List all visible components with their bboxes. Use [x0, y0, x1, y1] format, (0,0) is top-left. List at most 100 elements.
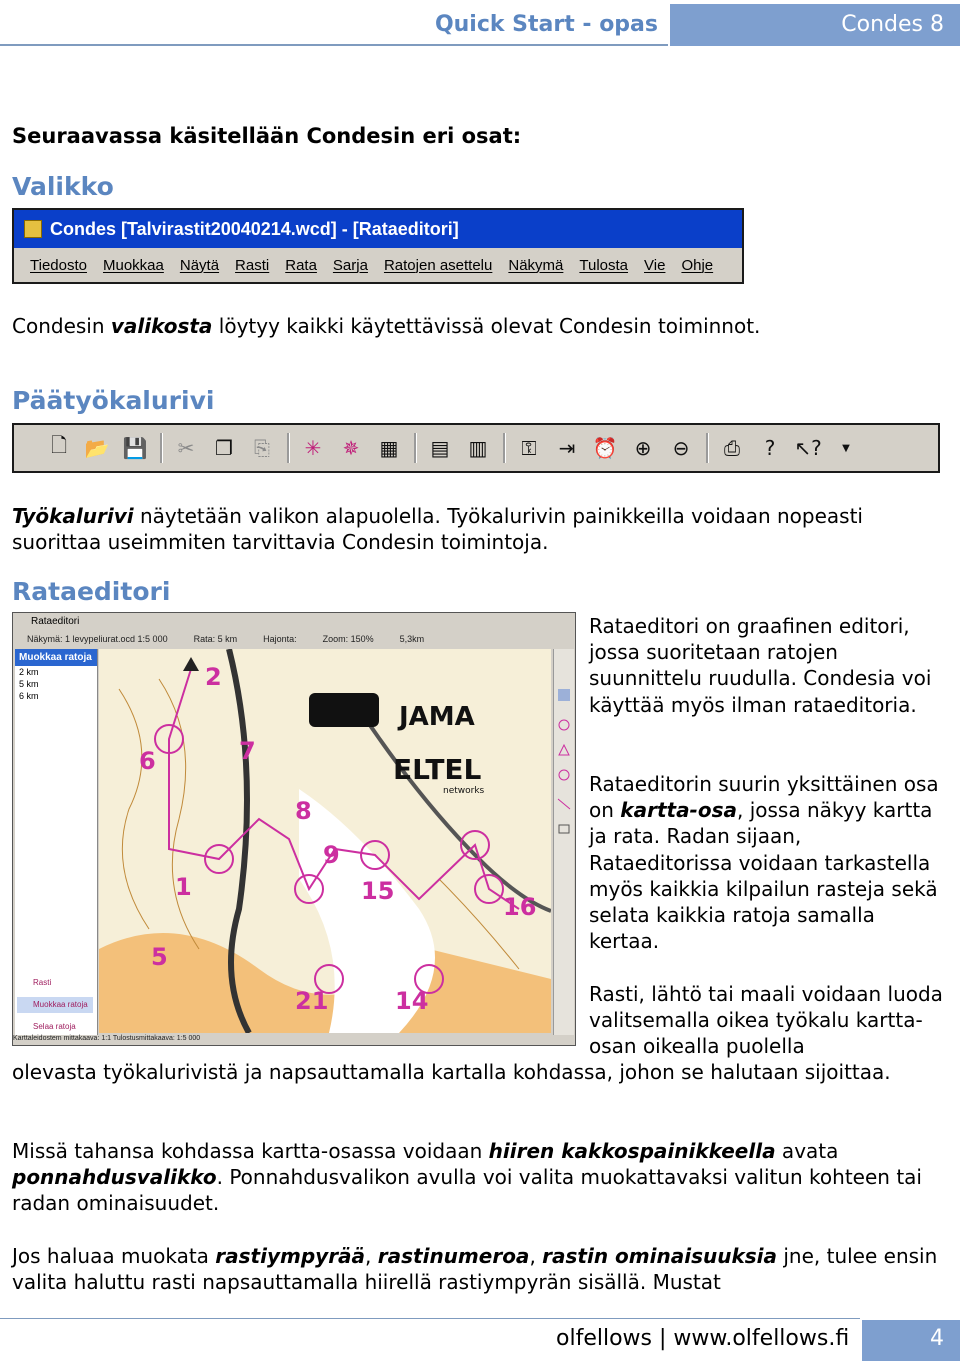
panel-header: Muokkaa ratoja — [15, 649, 97, 666]
control-number: 16 — [503, 893, 536, 921]
zoom-in-icon[interactable]: ⊕ — [628, 433, 658, 463]
intro-text: Seuraavassa käsitellään Condesin eri osa… — [12, 124, 522, 148]
export-icon[interactable]: ⇥ — [552, 433, 582, 463]
control-number: 2 — [205, 663, 222, 691]
context-help-icon[interactable]: ↖? — [793, 433, 823, 463]
control-number: 14 — [395, 987, 428, 1015]
pointer-tool-icon — [558, 689, 570, 701]
add-control-icon[interactable]: ✳ — [298, 433, 328, 463]
toolbar-separator — [414, 433, 417, 463]
header-bar: Quick Start - opas — [0, 4, 668, 46]
footer-text: olfellows | www.olfellows.fi — [556, 1326, 850, 1351]
toolbar-text-a: Työkalurivi — [12, 504, 134, 528]
control-number: 7 — [239, 737, 256, 765]
menu-nayta[interactable]: Näytä — [180, 257, 219, 274]
menu-tulosta[interactable]: Tulosta — [579, 257, 628, 274]
editor-toolbar: Näkymä: 1 levypeliurat.ocd 1:5 000 Rata:… — [13, 631, 575, 647]
add-course-icon[interactable]: ✵ — [336, 433, 366, 463]
edit-e: , — [529, 1244, 543, 1268]
paste-icon[interactable]: ⎘ — [247, 433, 277, 463]
toolbar-text: Työkalurivi näytetään valikon alapuolell… — [12, 503, 942, 555]
toolbar-overflow-icon[interactable]: ▼ — [831, 433, 861, 463]
control-number: 6 — [139, 747, 156, 775]
control-number: 15 — [361, 877, 394, 905]
control-number: 5 — [151, 943, 168, 971]
edit-f: rastin ominaisuuksia — [542, 1244, 777, 1268]
zoom-out-icon[interactable]: ⊖ — [666, 433, 696, 463]
line-tool-icon — [557, 798, 571, 810]
valikko-text-c: löytyy kaikki käytettävissä olevat Conde… — [212, 314, 761, 338]
edit-c: , — [365, 1244, 378, 1268]
tool-column-icons — [557, 689, 571, 834]
finish-tool-icon — [558, 769, 570, 781]
table2-icon[interactable]: ▥ — [463, 433, 493, 463]
menu-nakyma[interactable]: Näkymä — [508, 257, 563, 274]
panel-button-selaa[interactable]: Selaa ratoja — [17, 1019, 93, 1035]
control-number: 1 — [175, 873, 192, 901]
editor-course-select[interactable]: Rata: 5 km — [194, 634, 238, 644]
panel-course-item[interactable]: 6 km — [15, 690, 97, 702]
popup-text: Missä tahansa kohdassa kartta-osassa voi… — [12, 1138, 942, 1216]
popup-c: avata — [775, 1139, 839, 1163]
menu-vie[interactable]: Vie — [644, 257, 665, 274]
panel-course-item[interactable]: 2 km — [15, 666, 97, 678]
header-title: Quick Start - opas — [434, 12, 658, 37]
popup-a: Missä tahansa kohdassa kartta-osassa voi… — [12, 1139, 489, 1163]
copy-icon[interactable]: ❐ — [209, 433, 239, 463]
toolbar-text-b: näytetään valikon alapuolella. Työkaluri… — [12, 504, 863, 554]
editor-view-select[interactable]: Näkymä: 1 levypeliurat.ocd 1:5 000 — [27, 634, 168, 644]
menu-muokkaa[interactable]: Muokkaa — [103, 257, 164, 274]
panel-course-item[interactable]: 5 km — [15, 678, 97, 690]
key-icon[interactable]: ⚿ — [514, 433, 544, 463]
new-icon[interactable]: 🗋 — [44, 433, 74, 463]
map-drawing: 2 7 6 8 9 1 15 16 5 21 14 JAMA ELTEL net… — [99, 648, 552, 1035]
panel-button-rasti[interactable]: Rasti — [17, 975, 93, 991]
control-number: 8 — [295, 797, 312, 825]
window-title: Condes [Talvirastit20040214.wcd] - [Rata… — [50, 218, 459, 239]
heading-valikko: Valikko — [12, 172, 114, 201]
editor-tool-column — [553, 649, 574, 1037]
editor-side-panel: Muokkaa ratoja 2 km 5 km 6 km Rasti Muok… — [15, 649, 98, 1037]
map-area[interactable]: 2 7 6 8 9 1 15 16 5 21 14 JAMA ELTEL net… — [99, 648, 552, 1035]
menu-rasti[interactable]: Rasti — [235, 257, 269, 274]
menu-sarja[interactable]: Sarja — [333, 257, 368, 274]
table-icon[interactable]: ▤ — [425, 433, 455, 463]
toolbar-separator — [287, 433, 290, 463]
rataeditori-p3-full: olevasta työkalurivistä ja napsauttamall… — [12, 1060, 891, 1084]
grid-icon[interactable]: ▦ — [374, 433, 404, 463]
menu-ratojen-asettelu[interactable]: Ratojen asettelu — [384, 257, 492, 274]
valikko-text-b: valikosta — [110, 314, 213, 338]
menu-screenshot: Condes [Talvirastit20040214.wcd] - [Rata… — [12, 208, 744, 284]
edit-d: rastinumeroa — [377, 1244, 530, 1268]
cut-icon[interactable]: ✂ — [171, 433, 201, 463]
menu-rata[interactable]: Rata — [285, 257, 317, 274]
footer-rule — [0, 1318, 860, 1319]
edit-text: Jos haluaa muokata rastiympyrää, rastinu… — [12, 1243, 942, 1295]
panel-button-muokkaa[interactable]: Muokkaa ratoja — [17, 997, 93, 1013]
rataeditori-p3-right: Rasti, lähtö tai maali voidaan luoda val… — [589, 982, 943, 1059]
popup-d: ponnahdusvalikko — [12, 1165, 217, 1189]
edit-a: Jos haluaa muokata — [12, 1244, 216, 1268]
valikko-text-a: Condesin — [12, 314, 111, 338]
editor-zoom-select[interactable]: Zoom: 150% — [323, 634, 374, 644]
menu-tiedosto[interactable]: Tiedosto — [30, 257, 87, 274]
help-icon[interactable]: ? — [755, 433, 785, 463]
control-number: 9 — [323, 841, 340, 869]
heading-paatyokalurivi: Päätyökalurivi — [12, 386, 215, 415]
heading-rataeditori: Rataeditori — [12, 577, 171, 606]
save-icon[interactable]: 💾 — [120, 433, 150, 463]
popup-b: hiiren kakkospainikkeella — [488, 1139, 776, 1163]
print-icon[interactable]: ⎙ — [717, 433, 747, 463]
control-number: 21 — [295, 987, 328, 1015]
editor-variation-select[interactable]: Hajonta: — [263, 634, 297, 644]
header-product-box: Condes 8 — [670, 4, 960, 46]
editor-status: Karttaleidostem mittakaava: 1:1 Tulostus… — [13, 1035, 575, 1045]
menu-ohje[interactable]: Ohje — [681, 257, 713, 274]
alarm-icon[interactable]: ⏰ — [590, 433, 620, 463]
menubar: Tiedosto Muokkaa Näytä Rasti Rata Sarja … — [14, 248, 742, 282]
toolbar-separator — [503, 433, 506, 463]
rataeditori-p2: Rataeditorin suurin yksittäinen osa on k… — [589, 771, 949, 954]
rataeditori-p1: Rataeditori on graafinen editori, jossa … — [589, 614, 932, 717]
open-icon[interactable]: 📂 — [82, 433, 112, 463]
sponsor-logo-dna — [309, 693, 379, 727]
